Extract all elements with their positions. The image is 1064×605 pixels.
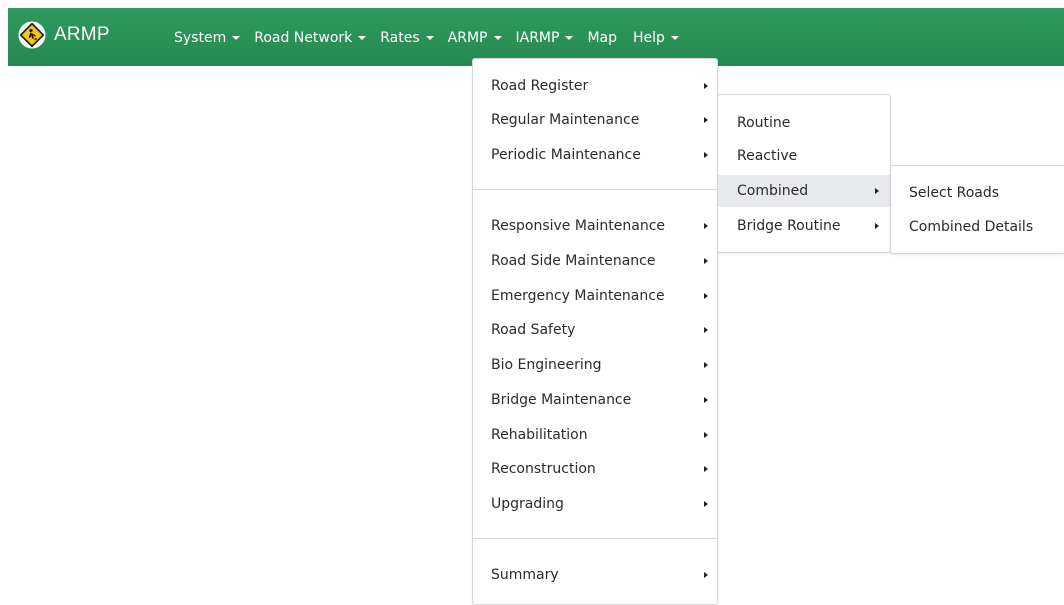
menu-item-label: Bridge Routine bbox=[737, 218, 841, 234]
caret-down-icon bbox=[493, 36, 502, 40]
caret-right-icon bbox=[875, 223, 879, 229]
menu-item-label: Periodic Maintenance bbox=[491, 147, 641, 163]
nav-iarmp-label: IARMP bbox=[515, 30, 560, 46]
main-nav: System Road Network Rates ARMP IARMP Map… bbox=[174, 30, 693, 46]
nav-map-label: Map bbox=[587, 30, 618, 46]
nav-rates-label: Rates bbox=[380, 30, 420, 46]
nav-map[interactable]: Map bbox=[587, 30, 617, 46]
regular-maintenance-submenu: Routine Reactive Combined Bridge Routine bbox=[717, 94, 891, 253]
menu-item-road-side-maintenance[interactable]: Road Side Maintenance bbox=[473, 245, 717, 277]
caret-down-icon bbox=[358, 36, 367, 40]
nav-iarmp[interactable]: IARMP bbox=[516, 30, 574, 46]
caret-right-icon bbox=[875, 188, 879, 194]
caret-right-icon bbox=[704, 501, 708, 507]
nav-road-network[interactable]: Road Network bbox=[254, 30, 367, 46]
caret-right-icon bbox=[704, 223, 708, 229]
menu-item-combined[interactable]: Combined bbox=[718, 175, 890, 207]
road-worker-sign-icon bbox=[18, 21, 46, 49]
menu-item-label: Reactive bbox=[737, 148, 798, 164]
menu-item-label: Upgrading bbox=[491, 496, 564, 512]
menu-divider bbox=[473, 538, 717, 539]
menu-item-routine[interactable]: Routine bbox=[718, 107, 890, 139]
caret-right-icon bbox=[704, 572, 708, 578]
menu-item-upgrading[interactable]: Upgrading bbox=[473, 488, 717, 520]
caret-right-icon bbox=[704, 466, 708, 472]
menu-item-label: Summary bbox=[491, 567, 559, 583]
armp-dropdown-menu: Road Register Regular Maintenance Period… bbox=[472, 58, 718, 605]
menu-item-label: Emergency Maintenance bbox=[491, 288, 665, 304]
caret-right-icon bbox=[704, 432, 708, 438]
caret-right-icon bbox=[704, 258, 708, 264]
caret-right-icon bbox=[704, 327, 708, 333]
caret-right-icon bbox=[704, 117, 708, 123]
caret-down-icon bbox=[232, 36, 241, 40]
menu-item-emergency-maintenance[interactable]: Emergency Maintenance bbox=[473, 280, 717, 312]
nav-rates[interactable]: Rates bbox=[380, 30, 434, 46]
menu-item-label: Road Register bbox=[491, 78, 589, 94]
nav-system-label: System bbox=[174, 30, 227, 46]
menu-item-label: Combined Details bbox=[909, 219, 1034, 235]
menu-item-label: Regular Maintenance bbox=[491, 112, 640, 128]
menu-item-road-safety[interactable]: Road Safety bbox=[473, 314, 717, 346]
menu-divider bbox=[473, 189, 717, 190]
nav-help[interactable]: Help bbox=[633, 30, 679, 46]
nav-armp[interactable]: ARMP bbox=[448, 30, 502, 46]
brand-title: ARMP bbox=[54, 24, 110, 45]
menu-item-label: Responsive Maintenance bbox=[491, 218, 666, 234]
nav-road-network-label: Road Network bbox=[254, 30, 353, 46]
caret-right-icon bbox=[704, 397, 708, 403]
menu-item-summary[interactable]: Summary bbox=[473, 559, 717, 591]
menu-item-reconstruction[interactable]: Reconstruction bbox=[473, 453, 717, 485]
combined-submenu: Select Roads Combined Details bbox=[890, 165, 1064, 254]
menu-item-bio-engineering[interactable]: Bio Engineering bbox=[473, 349, 717, 381]
menu-item-label: Rehabilitation bbox=[491, 427, 588, 443]
menu-item-rehabilitation[interactable]: Rehabilitation bbox=[473, 419, 717, 451]
caret-down-icon bbox=[425, 36, 434, 40]
menu-item-periodic-maintenance[interactable]: Periodic Maintenance bbox=[473, 139, 717, 171]
menu-item-label: Reconstruction bbox=[491, 461, 596, 477]
caret-down-icon bbox=[565, 36, 574, 40]
nav-help-label: Help bbox=[633, 30, 665, 46]
brand[interactable]: ARMP bbox=[18, 20, 110, 50]
menu-item-reactive[interactable]: Reactive bbox=[718, 140, 890, 172]
menu-item-label: Select Roads bbox=[909, 185, 1000, 201]
menu-item-road-register[interactable]: Road Register bbox=[473, 70, 717, 102]
menu-item-combined-details[interactable]: Combined Details bbox=[891, 211, 1064, 243]
menu-item-bridge-routine[interactable]: Bridge Routine bbox=[718, 210, 890, 242]
caret-right-icon bbox=[704, 83, 708, 89]
menu-item-regular-maintenance[interactable]: Regular Maintenance bbox=[473, 104, 717, 136]
menu-item-label: Road Safety bbox=[491, 322, 576, 338]
menu-item-label: Routine bbox=[737, 115, 791, 131]
menu-item-label: Bio Engineering bbox=[491, 357, 602, 373]
nav-armp-label: ARMP bbox=[447, 30, 488, 46]
menu-item-bridge-maintenance[interactable]: Bridge Maintenance bbox=[473, 384, 717, 416]
caret-down-icon bbox=[670, 36, 679, 40]
menu-item-label: Bridge Maintenance bbox=[491, 392, 632, 408]
menu-item-responsive-maintenance[interactable]: Responsive Maintenance bbox=[473, 210, 717, 242]
caret-right-icon bbox=[704, 293, 708, 299]
menu-item-label: Combined bbox=[737, 183, 809, 199]
caret-right-icon bbox=[704, 362, 708, 368]
menu-item-label: Road Side Maintenance bbox=[491, 253, 656, 269]
nav-system[interactable]: System bbox=[174, 30, 241, 46]
caret-right-icon bbox=[704, 152, 708, 158]
menu-item-select-roads[interactable]: Select Roads bbox=[891, 177, 1064, 209]
